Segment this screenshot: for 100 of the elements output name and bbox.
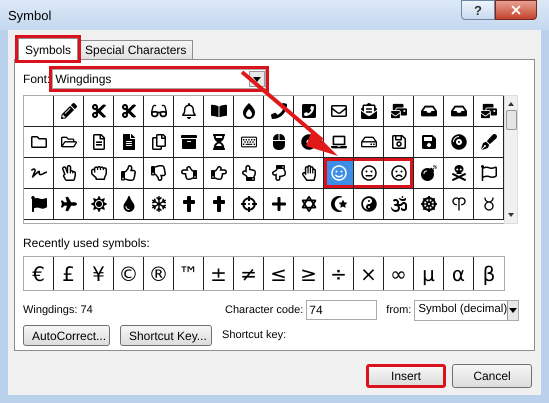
flag-icon — [480, 165, 496, 181]
symbol-cell[interactable] — [204, 127, 234, 158]
symbol-cell[interactable] — [84, 127, 114, 158]
symbol-cell[interactable] — [294, 158, 324, 189]
symbol-cell[interactable] — [384, 158, 414, 189]
pencil-icon — [60, 103, 76, 119]
symbol-cell[interactable] — [474, 158, 504, 189]
symbol-cell[interactable] — [354, 158, 384, 189]
tab[interactable]: Special Characters — [78, 40, 194, 59]
telephone-icon — [270, 103, 286, 119]
symbol-cell[interactable] — [474, 96, 504, 127]
pointing-down-icon — [270, 165, 286, 181]
symbol-cell[interactable] — [324, 158, 354, 189]
symbol-cell[interactable] — [144, 189, 174, 220]
symbol-cell[interactable] — [324, 127, 354, 158]
shortcut-key-label: Shortcut key: — [222, 328, 286, 344]
symbol-cell[interactable] — [174, 127, 204, 158]
symbol-cell[interactable] — [384, 189, 414, 220]
shortcut-key-button[interactable]: Shortcut Key... — [120, 325, 212, 346]
bell-icon — [180, 103, 196, 119]
letter-icon — [360, 103, 376, 119]
symbol-cell[interactable] — [264, 189, 294, 220]
from-dropdown[interactable]: Symbol (decimal) — [414, 300, 520, 320]
symbol-cell[interactable] — [234, 127, 264, 158]
symbol-cell[interactable] — [204, 158, 234, 189]
dialog-button[interactable]: Insert — [366, 364, 446, 388]
peace-hand-icon — [60, 165, 76, 181]
symbol-cell[interactable] — [144, 127, 174, 158]
symbol-cell[interactable] — [384, 127, 414, 158]
cross-icon — [270, 196, 286, 212]
symbol-cell[interactable] — [414, 189, 444, 220]
aries-icon — [450, 196, 466, 212]
pointing-right-icon — [210, 165, 226, 181]
symbol-cell[interactable] — [354, 96, 384, 127]
symbol-cell[interactable] — [234, 158, 264, 189]
dialog-button[interactable]: Cancel — [452, 364, 532, 388]
symbol-cell[interactable] — [114, 96, 144, 127]
tab[interactable]: Symbols — [18, 38, 78, 60]
symbol-cell[interactable] — [324, 189, 354, 220]
yin-yang-icon — [360, 196, 376, 212]
thumbs-up-icon — [120, 165, 136, 181]
font-dropdown[interactable]: Wingdings — [52, 69, 266, 89]
help-button[interactable]: ? — [461, 0, 495, 20]
cross-icon — [210, 196, 226, 212]
autocorrect-button[interactable]: AutoCorrect... — [23, 325, 110, 346]
keyboard-icon — [240, 134, 256, 150]
symbol-cell[interactable] — [114, 127, 144, 158]
symbol-cell[interactable] — [234, 189, 264, 220]
symbol-cell[interactable] — [474, 189, 504, 220]
laptop-icon — [330, 134, 346, 150]
symbol-cell[interactable] — [144, 158, 174, 189]
symbol-cell[interactable] — [384, 96, 414, 127]
symbol-cell[interactable] — [414, 158, 444, 189]
symbol-cell[interactable] — [324, 96, 354, 127]
symbol-cell[interactable] — [84, 189, 114, 220]
symbol-cell[interactable] — [444, 189, 474, 220]
symbol-cell[interactable] — [114, 189, 144, 220]
symbol-cell[interactable] — [24, 127, 54, 158]
symbol-cell[interactable] — [294, 96, 324, 127]
symbol-cell[interactable] — [174, 96, 204, 127]
symbol-cell[interactable] — [264, 127, 294, 158]
symbol-cell[interactable] — [264, 158, 294, 189]
symbol-cell[interactable] — [204, 96, 234, 127]
symbol-cell[interactable] — [144, 96, 174, 127]
font-label: Font: — [23, 71, 50, 88]
mail-icon — [480, 103, 496, 119]
symbol-cell[interactable] — [234, 96, 264, 127]
character-code-field[interactable]: 74 — [306, 300, 378, 320]
symbol-cell[interactable] — [54, 158, 84, 189]
bomb-icon — [420, 165, 436, 181]
symbol-cell[interactable] — [84, 96, 114, 127]
symbol-cell[interactable] — [444, 158, 474, 189]
symbol-cell[interactable] — [54, 96, 84, 127]
symbol-cell[interactable] — [414, 96, 444, 127]
wheel-icon — [420, 196, 436, 212]
symbol-cell[interactable] — [174, 158, 204, 189]
symbol-cell[interactable] — [444, 127, 474, 158]
scrollbar-thumb[interactable] — [506, 110, 516, 130]
symbol-cell[interactable] — [294, 189, 324, 220]
symbol-cell[interactable] — [84, 158, 114, 189]
symbol-cell[interactable] — [414, 127, 444, 158]
symbol-cell[interactable] — [354, 189, 384, 220]
symbol-cell[interactable] — [54, 189, 84, 220]
book-icon — [210, 103, 226, 119]
symbol-cell[interactable] — [204, 189, 234, 220]
mail-icon — [390, 103, 406, 119]
crescent-icon — [330, 196, 346, 212]
symbol-cell[interactable] — [24, 189, 54, 220]
smiley-icon — [330, 165, 346, 181]
inbox-icon — [420, 103, 436, 119]
symbol-cell[interactable] — [174, 189, 204, 220]
symbol-cell[interactable] — [24, 96, 54, 127]
scrollbar[interactable] — [504, 95, 518, 224]
symbol-cell[interactable] — [114, 158, 144, 189]
symbol-cell[interactable] — [54, 127, 84, 158]
symbol-cell[interactable] — [474, 127, 504, 158]
close-button[interactable] — [495, 0, 537, 20]
symbol-cell[interactable] — [444, 96, 474, 127]
symbol-cell[interactable] — [354, 127, 384, 158]
symbol-cell[interactable] — [24, 158, 54, 189]
